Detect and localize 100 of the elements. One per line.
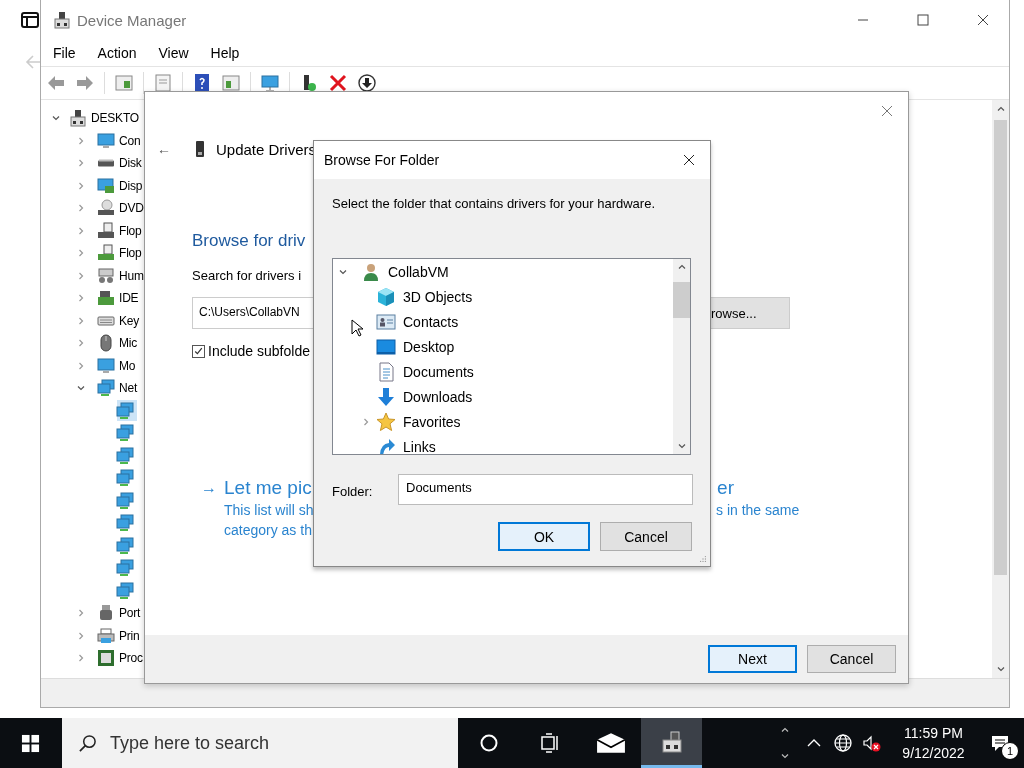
chevron-icon[interactable] — [76, 360, 86, 371]
scroll-down-icon[interactable] — [676, 441, 687, 451]
tree-item[interactable]: Hum — [119, 268, 144, 283]
browse-button[interactable]: rowse... — [708, 297, 790, 329]
folder-item[interactable]: Documents — [403, 363, 474, 380]
link[interactable]: Let me pic — [224, 477, 312, 499]
chevron-icon[interactable] — [76, 338, 86, 349]
close-icon[interactable] — [683, 154, 695, 166]
scrollbar[interactable] — [673, 259, 690, 454]
chevron-icon[interactable] — [76, 203, 86, 214]
chevron-icon[interactable] — [76, 135, 86, 146]
network-adapter-item[interactable] — [117, 557, 137, 579]
tree-item[interactable]: Flop — [119, 223, 142, 238]
tree-item[interactable]: Proc — [119, 651, 143, 666]
field-label: Folder: — [332, 483, 374, 499]
link[interactable]: er — [717, 477, 734, 499]
delete-icon[interactable] — [328, 73, 348, 93]
help-icon[interactable] — [192, 73, 212, 93]
checkbox[interactable] — [192, 344, 205, 358]
network-adapter-item[interactable] — [117, 467, 137, 489]
menu-item[interactable]: Help — [210, 45, 240, 61]
tablet-mode-icon[interactable] — [21, 11, 39, 29]
folder-item[interactable]: Favorites — [403, 413, 461, 430]
monitor-icon[interactable] — [260, 73, 280, 93]
download-icon[interactable] — [357, 73, 377, 93]
back-arrow[interactable]: ← — [157, 141, 195, 157]
scroll-up-icon[interactable] — [676, 262, 687, 272]
chevron-icon[interactable] — [76, 180, 86, 191]
menu-item[interactable]: File — [53, 45, 76, 61]
chevron-icon[interactable] — [361, 416, 371, 427]
chevron-icon[interactable] — [76, 225, 86, 236]
network-adapter-item[interactable] — [117, 445, 137, 467]
network-adapter-item[interactable] — [117, 535, 137, 557]
back-arrow-icon[interactable] — [24, 53, 42, 71]
tree-item[interactable]: Disk — [119, 156, 142, 171]
tree-item[interactable]: DVD — [119, 201, 144, 216]
tree-item[interactable]: IDE — [119, 291, 139, 306]
tree-item[interactable]: Mo — [119, 358, 136, 373]
forward-arrow-icon[interactable] — [75, 73, 95, 93]
tree-item[interactable]: Disp — [119, 178, 143, 193]
cancel-button[interactable]: Cancel — [807, 645, 896, 673]
menu-item[interactable]: Action — [97, 45, 137, 61]
tree-item[interactable]: Port — [119, 606, 141, 621]
folder-item[interactable]: CollabVM — [388, 263, 449, 280]
chevron-icon[interactable] — [76, 270, 86, 281]
close-icon[interactable] — [977, 14, 989, 26]
network-adapter-item[interactable] — [117, 400, 137, 422]
panel-icon[interactable] — [221, 73, 241, 93]
maximize-icon[interactable] — [917, 14, 929, 26]
ok-button[interactable]: OK — [498, 522, 590, 551]
cancel-button[interactable]: Cancel — [600, 522, 692, 551]
globe-icon[interactable] — [833, 733, 853, 753]
network-adapter-item[interactable] — [117, 490, 137, 512]
window-title: Device Manager — [77, 11, 187, 29]
scroll-down-icon[interactable] — [780, 751, 790, 761]
folder-field[interactable]: Documents — [398, 474, 693, 505]
scrollbar-thumb[interactable] — [994, 120, 1007, 575]
network-adapter-item[interactable] — [117, 512, 137, 534]
tree-item[interactable]: Key — [119, 313, 140, 328]
chevron-icon[interactable] — [76, 630, 86, 641]
clock[interactable]: 11:59 PM 9/12/2022 — [891, 723, 976, 763]
search-field[interactable]: Type here to search — [62, 718, 458, 768]
tree-item[interactable]: Prin — [119, 628, 140, 643]
tree-item[interactable]: Net — [119, 381, 138, 396]
chevron-icon[interactable] — [76, 158, 86, 169]
monitor-icon — [97, 356, 115, 375]
network-icon — [97, 379, 115, 398]
next-button[interactable]: Next — [708, 645, 797, 673]
device-icon — [97, 266, 115, 285]
chevron-icon[interactable] — [76, 653, 86, 664]
dialog-heading: Update Drivers — [216, 140, 317, 158]
network-adapter-item[interactable] — [117, 580, 137, 602]
scroll-up-icon[interactable] — [995, 104, 1006, 114]
folder-item[interactable]: Desktop — [403, 338, 455, 355]
time-text: 11:59 PM — [904, 724, 963, 743]
chevron-icon[interactable] — [76, 248, 86, 259]
chevron-icon[interactable] — [76, 608, 86, 619]
resize-grip-icon[interactable] — [699, 555, 707, 563]
folder-item[interactable]: Contacts — [403, 313, 459, 330]
menu-item[interactable]: View — [158, 45, 189, 61]
scrollbar[interactable] — [992, 100, 1009, 678]
folder-item[interactable]: 3D Objects — [403, 288, 473, 305]
scrollbar-thumb[interactable] — [673, 282, 690, 318]
tree-item[interactable]: DESKTO — [91, 111, 139, 126]
device-manager-app-button[interactable] — [641, 718, 702, 768]
tree-item[interactable]: Con — [119, 133, 141, 148]
speaker-muted-icon[interactable] — [862, 733, 882, 753]
chevron-icon[interactable] — [76, 293, 86, 304]
network-adapter-item[interactable] — [117, 422, 137, 444]
folder-item[interactable]: Downloads — [403, 388, 473, 405]
scroll-up-icon[interactable] — [780, 725, 790, 735]
sheet-icon[interactable] — [153, 73, 173, 93]
floppy-drive-icon — [97, 244, 115, 263]
chevron-icon[interactable] — [76, 315, 86, 326]
panel-icon[interactable] — [114, 73, 134, 93]
scroll-down-icon[interactable] — [995, 664, 1006, 674]
folder-item[interactable]: Links — [403, 438, 436, 454]
desktop-icon — [376, 336, 396, 357]
tree-item[interactable]: Mic — [119, 336, 138, 351]
tree-item[interactable]: Flop — [119, 246, 142, 261]
